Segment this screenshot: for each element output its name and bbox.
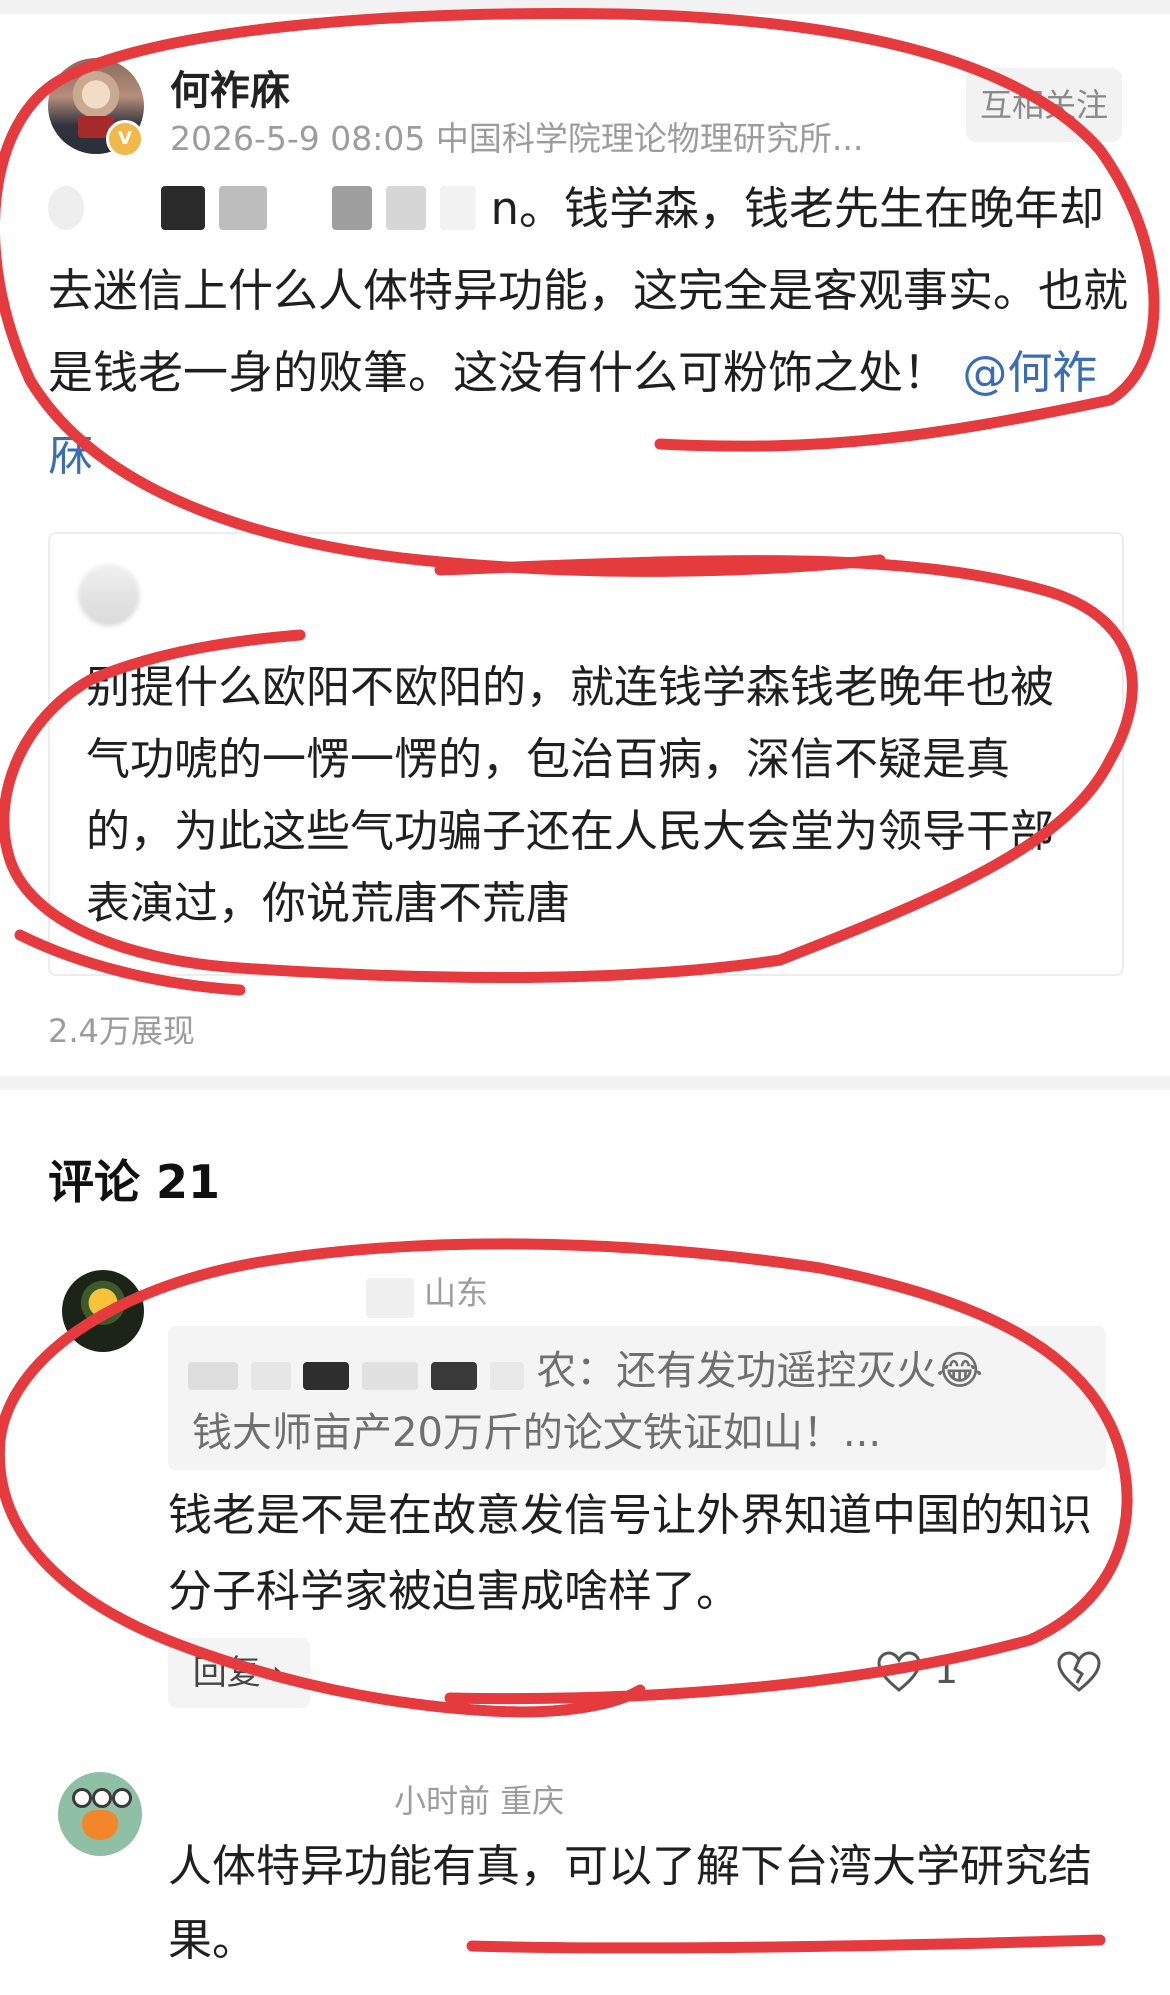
redacted-text	[366, 1278, 414, 1318]
comment-text: 钱老是不是在故意发信号让外界知道中国的知识分子科学家被迫害成啥样了。	[168, 1490, 1092, 1617]
avatar-eye	[92, 1788, 112, 1808]
section-divider	[0, 1076, 1170, 1090]
redacted-text	[250, 1362, 291, 1390]
commenter-avatar[interactable]	[58, 1772, 142, 1856]
redacted-text	[188, 1362, 238, 1390]
author-name[interactable]: 何祚庥	[170, 58, 290, 116]
quoted-post-card[interactable]: 别提什么欧阳不欧阳的，就连钱学森钱老晚年也被气功唬的一愣一愣的，包治百病，深信不…	[48, 532, 1124, 976]
reply-quote-text: 钱大师亩产20万斤的论文铁证如山！...	[192, 1410, 882, 1456]
comment-meta: 山东	[424, 1268, 488, 1314]
reply-quote-line: 农：还有发功遥控灭火😂	[188, 1340, 1088, 1402]
heart-icon[interactable]	[876, 1650, 922, 1694]
redacted-text	[303, 1362, 350, 1390]
redacted-text	[218, 186, 267, 230]
avatar-eye	[112, 1788, 132, 1808]
commenter-avatar[interactable]	[62, 1270, 144, 1352]
reply-quote-text: 农：还有发功遥控灭火😂	[536, 1348, 984, 1394]
redacted-text	[362, 1362, 419, 1390]
redacted-text	[440, 186, 477, 230]
comment-meta: 小时前 重庆	[394, 1782, 565, 1820]
redacted-text	[48, 186, 84, 230]
redacted-text	[160, 186, 205, 230]
redacted-text	[385, 186, 426, 230]
reply-quote[interactable]: 农：还有发功遥控灭火😂 钱大师亩产20万斤的论文铁证如山！...	[168, 1326, 1106, 1470]
post-body: n。钱学森，钱老先生在晚年却去迷信上什么人体特异功能，这完全是客观事实。也就是钱…	[48, 168, 1128, 496]
redacted-text	[98, 186, 146, 230]
post-meta: 2026-5-9 08:05 中国科学院理论物理研究所...	[170, 119, 864, 158]
redacted-text	[281, 186, 317, 230]
top-separator	[0, 0, 1170, 14]
verified-v-icon: V	[106, 120, 144, 158]
comment-text: 人体特异功能有真，可以了解下台湾大学研究结果。	[168, 1841, 1092, 1966]
redacted-text	[489, 1362, 524, 1390]
broken-heart-icon[interactable]	[1056, 1650, 1102, 1694]
avatar-eye	[72, 1788, 92, 1808]
follow-button[interactable]: 互相关注	[966, 68, 1122, 142]
avatar-mouth	[82, 1810, 118, 1840]
like-count: 1	[934, 1648, 959, 1692]
redacted-text	[331, 186, 372, 230]
reply-button[interactable]: 回复 ›	[168, 1638, 310, 1708]
impressions-count: 2.4万展现	[48, 1012, 195, 1050]
quoted-post-text: 别提什么欧阳不欧阳的，就连钱学森钱老晚年也被气功唬的一愣一愣的，包治百病，深信不…	[86, 662, 1054, 929]
comment-location: 山东	[424, 1274, 489, 1312]
comments-heading: 评论 21	[48, 1155, 221, 1209]
quoted-author-avatar	[78, 564, 140, 626]
redacted-text	[430, 1362, 477, 1390]
